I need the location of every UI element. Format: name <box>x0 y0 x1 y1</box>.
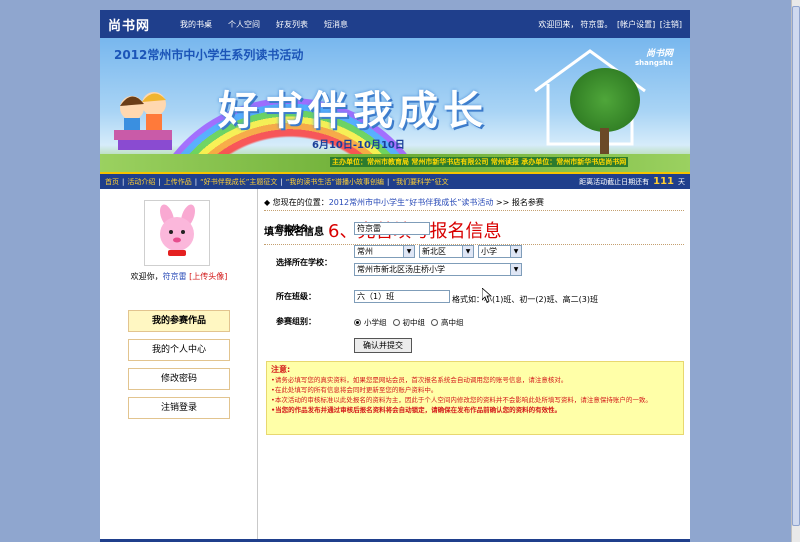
top-nav: 我的书桌 个人空间 好友列表 短消息 <box>180 19 536 30</box>
activity-link-essay[interactable]: “好书伴我成长”主题征文 <box>200 178 277 186</box>
radio-primary-label: 小学组 <box>364 318 387 327</box>
district-select-value: 新北区 <box>422 247 446 256</box>
notice-item: •本次活动的审核标准以此处报名的资料为主，因此于个人空间内修改您的资料并不会影响… <box>271 396 652 404</box>
level-select[interactable]: 小学 ▼ <box>478 245 522 258</box>
top-navigation-bar: 尚书网 我的书桌 个人空间 好友列表 短消息 欢迎回来， 符京雷。 [帐户设置] … <box>100 10 690 38</box>
school-label: 选择所在学校： <box>276 258 332 267</box>
user-info: 欢迎回来， 符京雷。 [帐户设置] [注销] <box>538 19 682 29</box>
nav-personal-space[interactable]: 个人空间 <box>228 19 260 30</box>
sidebar-username[interactable]: 符京雷 <box>163 272 187 281</box>
group-label: 参赛组别： <box>276 317 316 326</box>
header-username[interactable]: 符京雷 <box>580 20 604 29</box>
countdown-suffix: 天 <box>678 178 685 186</box>
chevron-down-icon: ▼ <box>510 264 521 275</box>
radio-high-group[interactable]: 高中组 <box>431 317 464 328</box>
nav-messages[interactable]: 短消息 <box>324 19 348 30</box>
countdown: 距离活动截止日期还有 111 天 <box>579 176 685 187</box>
banner-sponsors: 主办单位：常州市教育局 常州市新华书店有限公司 常州读报 承办单位：常州市新华书… <box>330 157 629 167</box>
radio-high-label: 高中组 <box>441 318 464 327</box>
city-select[interactable]: 常州 ▼ <box>354 245 415 258</box>
sidebar-logout[interactable]: 注销登录 <box>128 397 230 419</box>
notice-title: 注意: <box>271 365 291 374</box>
logout-link[interactable]: [注销] <box>660 20 682 29</box>
activity-link-story[interactable]: “我的读书生活”谱播小故事创编 <box>286 178 384 186</box>
sidebar-welcome: 欢迎你，符京雷 [上传头像] <box>100 271 258 282</box>
breadcrumb: ◆ 您现在的位置：2012常州市中小学生“好书伴我成长”读书活动 >> 报名参赛 <box>264 197 544 208</box>
group-radio-set: 小学组 初中组 高中组 <box>354 317 464 328</box>
activity-link-intro[interactable]: 活动介绍 <box>127 178 155 186</box>
breadcrumb-prefix: ◆ 您现在的位置： <box>264 198 329 207</box>
notice-item: •当您的作品发布并通过审核后报名资料将会自动锁定，请确保在发布作品前确认您的资料… <box>271 406 562 414</box>
scrollbar-thumb[interactable] <box>792 6 800 526</box>
nav-my-desk[interactable]: 我的书桌 <box>180 19 212 30</box>
activity-links: 首页 | 活动介绍 | 上传作品 | “好书伴我成长”主题征文 | “我的读书生活”谱播小故事创… <box>105 177 449 186</box>
event-banner: 2012常州市中小学生系列读书活动 好书伴我成长 6月10日-10月10日 尚书… <box>100 38 690 172</box>
breadcrumb-activity-link[interactable]: 2012常州市中小学生“好书伴我成长”读书活动 <box>329 198 494 207</box>
sidebar-personal-center[interactable]: 我的个人中心 <box>128 339 230 361</box>
sidebar-change-password[interactable]: 修改密码 <box>128 368 230 390</box>
city-select-value: 常州 <box>357 247 373 256</box>
divider <box>264 244 684 245</box>
banner-title: 2012常州市中小学生系列读书活动 <box>114 48 304 62</box>
radio-primary-group[interactable]: 小学组 <box>354 317 387 328</box>
account-settings-link[interactable]: [帐户设置] <box>617 20 655 29</box>
nav-friends-list[interactable]: 好友列表 <box>276 19 308 30</box>
class-label: 所在班级： <box>276 292 316 301</box>
banner-dates: 6月10日-10月10日 <box>312 140 405 151</box>
class-format-hint: 格式如：小(1)班、初一(2)班、高二(3)班 <box>452 295 598 304</box>
radio-middle-group[interactable]: 初中组 <box>392 317 426 328</box>
radio-unselected-icon <box>431 319 438 326</box>
school-select-value: 常州市新北区汤庄桥小学 <box>357 265 445 274</box>
notice-box: 注意: •请务必填写您的真实资料，如果您是网站会员，首次报名系统会自动调用您的账… <box>266 361 684 435</box>
activity-link-home[interactable]: 首页 <box>105 178 119 186</box>
divider <box>264 210 684 211</box>
children-reading-graphic <box>114 92 172 150</box>
activity-link-science[interactable]: “我们要科学”征文 <box>392 178 448 186</box>
avatar[interactable] <box>144 200 210 266</box>
name-label: 您的姓名： <box>276 224 316 233</box>
radio-selected-icon <box>354 319 361 326</box>
user-sidebar: 欢迎你，符京雷 [上传头像] 我的参赛作品 我的个人中心 修改密码 注销登录 <box>100 189 258 540</box>
site-logo[interactable]: 尚书网 <box>108 15 180 34</box>
radio-middle-label: 初中组 <box>402 318 426 327</box>
welcome-text: 欢迎回来， <box>538 19 579 29</box>
countdown-days: 111 <box>653 176 674 187</box>
chevron-down-icon: ▼ <box>510 246 521 257</box>
banner-slogan: 好书伴我成长 <box>218 88 488 134</box>
content-area: 欢迎你，符京雷 [上传头像] 我的参赛作品 我的个人中心 修改密码 注销登录 ◆… <box>100 189 690 540</box>
submit-button[interactable]: 确认并提交 <box>354 338 412 353</box>
registration-main: ◆ 您现在的位置：2012常州市中小学生“好书伴我成长”读书活动 >> 报名参赛… <box>258 189 690 540</box>
upload-avatar-link[interactable]: [上传头像] <box>189 272 227 281</box>
sidebar-my-entries[interactable]: 我的参赛作品 <box>128 310 230 332</box>
banner-brand-pinyin: shangshu <box>635 59 674 67</box>
breadcrumb-current: >> 报名参赛 <box>493 198 544 207</box>
class-input[interactable]: 六（1）班 <box>354 290 450 303</box>
radio-unselected-icon <box>392 319 400 326</box>
sidebar-welcome-prefix: 欢迎你， <box>130 272 163 281</box>
district-select[interactable]: 新北区 ▼ <box>419 245 474 258</box>
name-input[interactable]: 符京雷 <box>354 222 430 235</box>
chevron-down-icon: ▼ <box>462 246 473 257</box>
countdown-prefix: 距离活动截止日期还有 <box>579 178 650 186</box>
bunny-avatar-icon <box>160 204 195 256</box>
notice-item: •在此处填写的所有信息将会同时更新至您的账户资料中。 <box>271 386 438 394</box>
chevron-down-icon: ▼ <box>403 246 414 257</box>
page: 尚书网 我的书桌 个人空间 好友列表 短消息 欢迎回来， 符京雷。 [帐户设置] … <box>100 10 690 542</box>
tree-graphic <box>570 68 640 132</box>
activity-nav-bar: 首页 | 活动介绍 | 上传作品 | “好书伴我成长”主题征文 | “我的读书生活”谱播小故事创… <box>100 172 690 189</box>
banner-brand-name: 尚书网 <box>646 49 674 59</box>
level-select-value: 小学 <box>481 247 497 256</box>
school-select[interactable]: 常州市新北区汤庄桥小学 ▼ <box>354 263 522 276</box>
banner-brand-logo: 尚书网 shangshu <box>635 46 673 67</box>
mouse-cursor-icon <box>482 288 492 302</box>
activity-link-upload[interactable]: 上传作品 <box>164 178 192 186</box>
notice-item: •请务必填写您的真实资料，如果您是网站会员，首次报名系统会自动调用您的账号信息，… <box>271 376 568 384</box>
page-scrollbar[interactable] <box>791 0 800 542</box>
